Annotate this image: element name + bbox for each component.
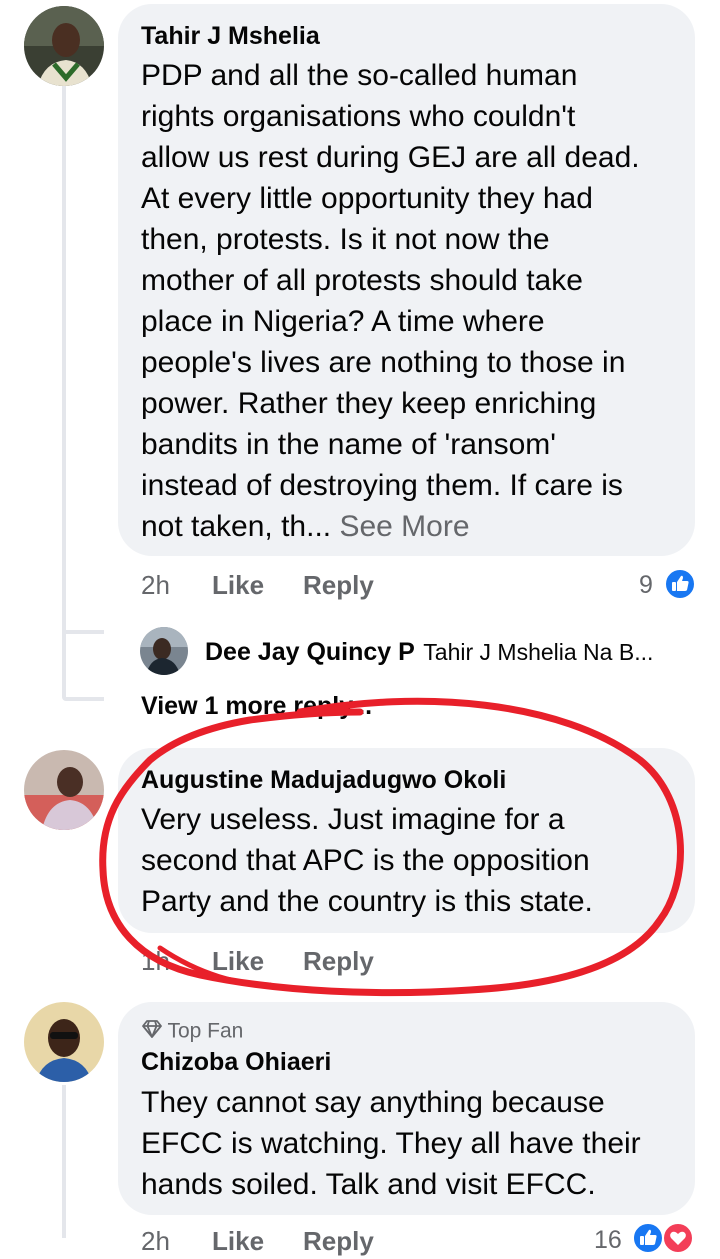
comment-text-chizoba: They cannot say anything because EFCC is… <box>141 1082 681 1205</box>
diamond-icon <box>141 1019 163 1044</box>
comment-author-chizoba[interactable]: Chizoba Ohiaeri <box>141 1048 331 1077</box>
text-line: They cannot say anything because <box>141 1086 605 1119</box>
text-line: hands soiled. Talk and visit EFCC. <box>141 1168 596 1201</box>
avatar-chizoba[interactable] <box>24 1002 104 1082</box>
top-fan-label: Top Fan <box>167 1019 244 1043</box>
like-button-chizoba[interactable]: Like <box>212 1226 264 1257</box>
top-fan-badge[interactable]: Top Fan <box>141 1019 243 1044</box>
like-reaction-icon <box>632 1222 664 1254</box>
reply-button-chizoba[interactable]: Reply <box>303 1226 374 1257</box>
reaction-count-chizoba[interactable]: 16 <box>594 1226 622 1255</box>
comment-time-chizoba[interactable]: 2h <box>141 1226 170 1257</box>
text-line: EFCC is watching. They all have their <box>141 1127 641 1160</box>
love-reaction-icon <box>662 1222 694 1254</box>
